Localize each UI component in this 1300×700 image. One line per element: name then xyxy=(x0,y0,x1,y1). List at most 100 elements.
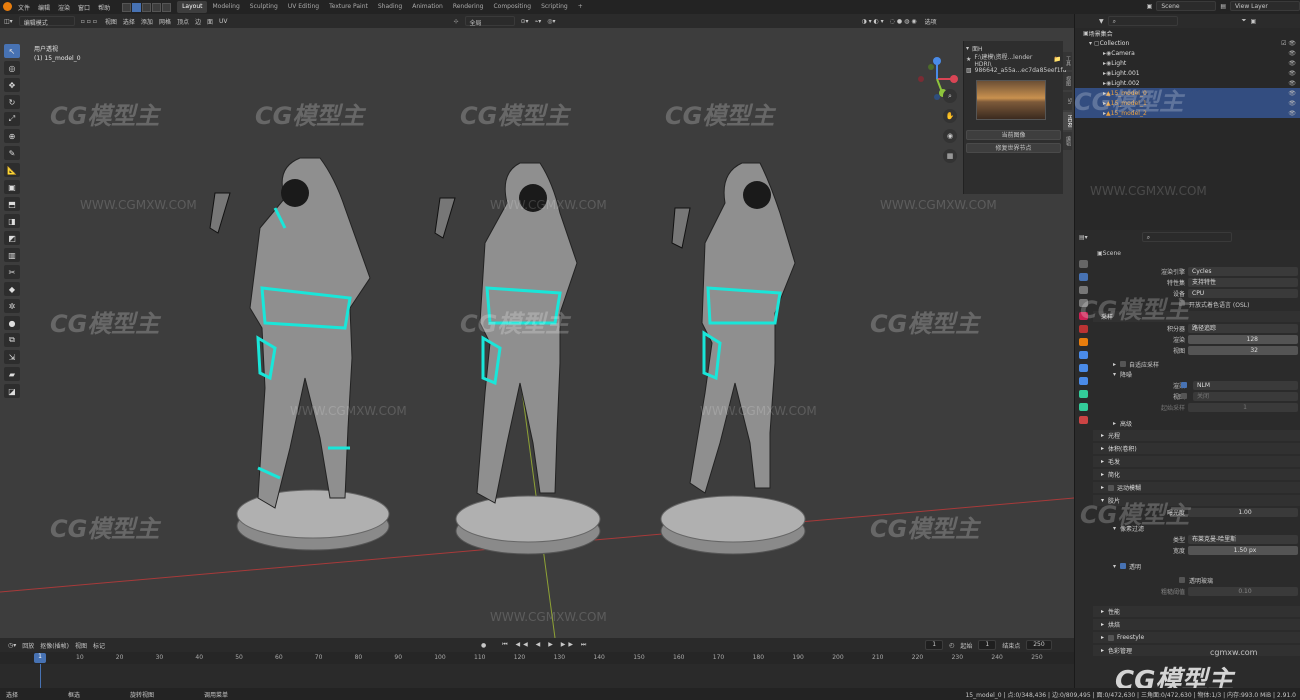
integrator-dropdown[interactable]: 路径追踪 xyxy=(1188,323,1298,333)
panel-collapse-icon[interactable]: ▾ xyxy=(966,45,969,52)
tab-scripting[interactable]: Scripting xyxy=(536,1,573,13)
viewport-menu-vertex[interactable]: 顶点 xyxy=(177,17,189,26)
prev-image-button[interactable]: 当前图像 xyxy=(966,130,1061,140)
modifier-tab-icon[interactable] xyxy=(1079,351,1088,359)
denoise-render-dropdown[interactable]: NLM xyxy=(1193,380,1298,390)
denoise-view-checkbox[interactable] xyxy=(1181,393,1187,399)
light-paths-section[interactable]: ▸ 光程 xyxy=(1093,430,1300,441)
timeline-ruler[interactable]: 1 10 20 30 40 50 60 70 80 90 100 110 120 130 140 150 16… xyxy=(0,652,1074,664)
pan-hand-icon[interactable]: ✋ xyxy=(943,109,957,123)
start-samples-field[interactable]: 1 xyxy=(1188,402,1298,412)
roughness-threshold-field[interactable]: 0.10 xyxy=(1188,586,1298,596)
proportional-icon[interactable]: ◎▾ xyxy=(547,18,555,25)
menu-edit[interactable]: 编辑 xyxy=(34,3,54,12)
ortho-grid-icon[interactable]: ▦ xyxy=(943,149,957,163)
filter-icon[interactable]: ▼ xyxy=(1099,18,1104,25)
view-layer-field[interactable]: View Layer xyxy=(1230,1,1300,11)
render-tab-icon[interactable] xyxy=(1079,273,1088,281)
menu-marker[interactable]: 标记 xyxy=(93,641,105,650)
select-mode-icons[interactable] xyxy=(122,2,172,12)
collection-row[interactable]: ▾ ▢ Collection ☑ 👁 xyxy=(1075,38,1300,48)
menu-window[interactable]: 窗口 xyxy=(74,3,94,12)
end-frame-field[interactable]: 250 xyxy=(1026,640,1052,650)
tab-layout[interactable]: Layout xyxy=(177,1,208,13)
volumes-section[interactable]: ▸ 体积(卷积) xyxy=(1093,443,1300,454)
denoise-subpanel[interactable]: ▾ 降噪 xyxy=(1093,369,1300,379)
eye-icon[interactable]: 👁 xyxy=(1288,80,1296,87)
material-tab-icon[interactable] xyxy=(1079,416,1088,424)
viewport-menu-view[interactable]: 视图 xyxy=(105,17,117,26)
viewport-menu-add[interactable]: 添加 xyxy=(141,17,153,26)
tab-texture-paint[interactable]: Texture Paint xyxy=(324,1,373,13)
adaptive-sampling-subpanel[interactable]: ▸ 自适应采样 xyxy=(1093,359,1300,369)
hdri-preview[interactable] xyxy=(976,80,1046,120)
shading-icons[interactable]: ◌●◍◉ xyxy=(890,18,919,25)
orientation-dropdown[interactable]: 全局 xyxy=(464,16,515,27)
tab-tool[interactable]: 工具 xyxy=(1063,52,1072,70)
menu-playback[interactable]: 回放 xyxy=(22,641,34,650)
outliner-search[interactable]: ⌕ xyxy=(1107,16,1178,26)
menu-view[interactable]: 视图 xyxy=(75,641,87,650)
filter-width-field[interactable]: 1.50 px xyxy=(1188,545,1298,555)
tab-view[interactable]: 视图 xyxy=(1063,72,1072,90)
device-dropdown[interactable]: CPU xyxy=(1188,288,1298,298)
folder-icon[interactable]: 📁 xyxy=(1054,56,1061,63)
scene-collection-row[interactable]: ▣ 场景集合 xyxy=(1075,28,1300,38)
menu-help[interactable]: 帮助 xyxy=(94,3,114,12)
eye-icon[interactable]: 👁 xyxy=(1288,70,1296,77)
start-frame-field[interactable]: 1 xyxy=(978,640,997,650)
hair-section[interactable]: ▸ 毛发 xyxy=(1093,456,1300,467)
color-management-section[interactable]: ▸ 色彩管理 xyxy=(1093,645,1300,656)
eye-icon[interactable]: 👁 xyxy=(1288,100,1296,107)
blender-logo-icon[interactable] xyxy=(3,2,12,11)
outliner-row[interactable]: ▸ ◉ Camera 👁 xyxy=(1075,48,1300,58)
eye-icon[interactable]: 👁 xyxy=(1288,110,1296,117)
filter-type-dropdown[interactable]: 布莱克曼-哈里斯 xyxy=(1188,534,1298,544)
particles-tab-icon[interactable] xyxy=(1079,364,1088,372)
new-collection-icon[interactable]: ▣ xyxy=(1250,18,1256,25)
advanced-subpanel[interactable]: ▸ 高级 xyxy=(1093,418,1300,428)
object-tab-icon[interactable] xyxy=(1079,338,1088,346)
editor-type-icon[interactable]: ◫▾ xyxy=(4,18,13,25)
render-samples-field[interactable]: 128 xyxy=(1188,334,1298,344)
eye-icon[interactable]: ☑ 👁 xyxy=(1281,40,1296,47)
hdri-filename[interactable]: 986642_a55a...ec7da85eef1fd xyxy=(975,67,1067,74)
record-button[interactable]: ● xyxy=(481,642,486,649)
snap-icon[interactable]: ⌁▾ xyxy=(535,18,542,25)
pivot-icon[interactable]: ⊙▾ xyxy=(521,18,529,25)
denoise-view-dropdown[interactable]: 关闭 xyxy=(1193,391,1298,401)
add-workspace-button[interactable]: + xyxy=(573,1,588,13)
playhead[interactable]: 1 xyxy=(34,653,46,663)
menu-file[interactable]: 文件 xyxy=(14,3,34,12)
viewport-options[interactable]: 选项 xyxy=(925,17,937,26)
bake-section[interactable]: ▸ 烘焙 xyxy=(1093,619,1300,630)
star-icon[interactable]: ★ xyxy=(966,56,971,63)
tab-rendering[interactable]: Rendering xyxy=(448,1,489,13)
physics-tab-icon[interactable] xyxy=(1079,377,1088,385)
tab-sculpting[interactable]: Sculpting xyxy=(245,1,283,13)
data-tab-icon[interactable] xyxy=(1079,403,1088,411)
render-engine-dropdown[interactable]: Cycles xyxy=(1188,266,1298,276)
tab-uv-editing[interactable]: UV Editing xyxy=(283,1,324,13)
transparent-glass-checkbox[interactable] xyxy=(1179,577,1185,583)
tab-modeling[interactable]: Modeling xyxy=(207,1,244,13)
viewport-menu-edge[interactable]: 边 xyxy=(195,17,201,26)
tool-tab-icon[interactable] xyxy=(1079,260,1088,268)
timeline-body[interactable] xyxy=(0,664,1074,688)
motion-blur-section[interactable]: ▸ 运动模糊 xyxy=(1093,482,1300,493)
denoise-render-checkbox[interactable] xyxy=(1181,382,1187,388)
outliner-row[interactable]: ▸ ◉ Light.001 👁 xyxy=(1075,68,1300,78)
viewport-menu-uv[interactable]: UV xyxy=(219,18,228,25)
eye-icon[interactable]: 👁 xyxy=(1288,50,1296,57)
camera-view-icon[interactable]: ◉ xyxy=(943,129,957,143)
current-frame-field[interactable]: 1 xyxy=(925,640,944,650)
tab-sh[interactable]: Sh xyxy=(1063,92,1072,110)
performance-section[interactable]: ▸ 性能 xyxy=(1093,606,1300,617)
timeline-editor-icon[interactable]: ◷▾ xyxy=(8,642,16,649)
eye-icon[interactable]: 👁 xyxy=(1288,60,1296,67)
transparent-subpanel[interactable]: ▾ 透明 xyxy=(1093,561,1300,571)
menu-render[interactable]: 渲染 xyxy=(54,3,74,12)
world-tab-icon[interactable] xyxy=(1079,325,1088,333)
exposure-field[interactable]: 1.00 xyxy=(1188,507,1298,517)
constraints-tab-icon[interactable] xyxy=(1079,390,1088,398)
